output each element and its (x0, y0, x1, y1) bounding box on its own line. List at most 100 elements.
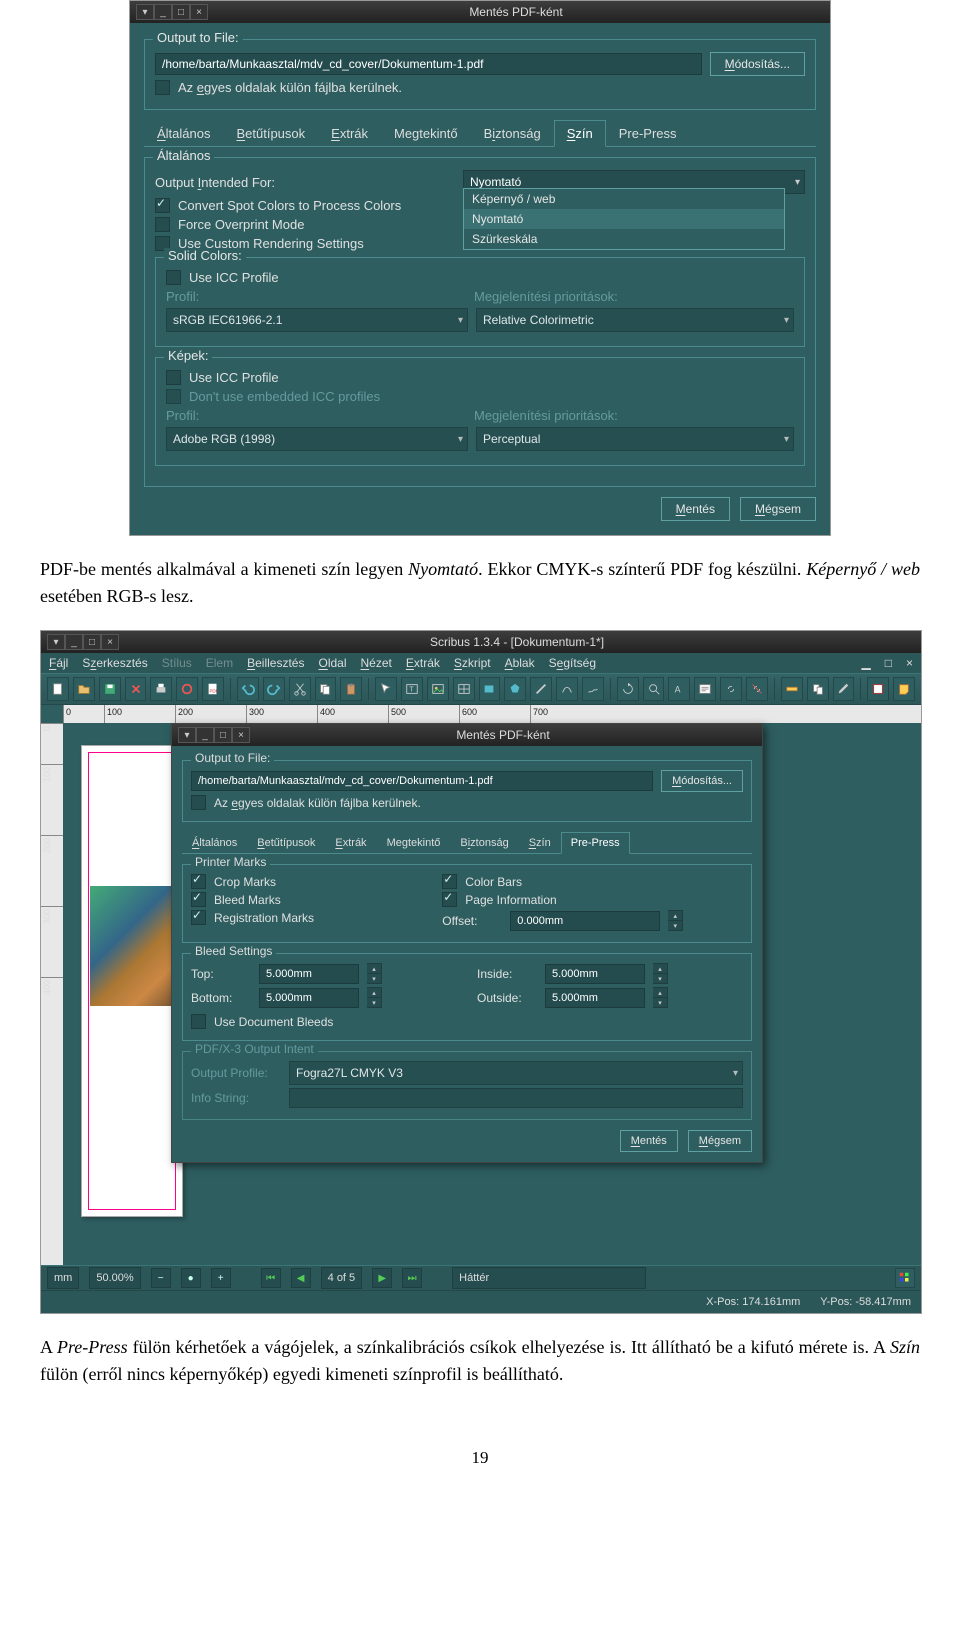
use-doc-bleeds-checkbox[interactable] (191, 1014, 206, 1029)
top-input[interactable] (259, 964, 359, 984)
output-path-input[interactable] (155, 53, 702, 75)
page-input[interactable]: 4 of 5 (321, 1267, 363, 1289)
next-page-icon[interactable]: ▶ (372, 1268, 392, 1288)
line-icon[interactable] (530, 677, 552, 701)
menu-segitseg[interactable]: Segítség (549, 656, 596, 670)
document-page[interactable] (81, 745, 183, 1217)
eyedrop-icon[interactable] (833, 677, 855, 701)
rotate-icon[interactable] (617, 677, 639, 701)
images-icc-checkbox[interactable] (166, 370, 181, 385)
force-overprint-checkbox[interactable] (155, 217, 170, 232)
tab-szin[interactable]: Szín (519, 832, 561, 853)
pdf-annot-icon[interactable] (893, 677, 915, 701)
close-file-icon[interactable] (125, 677, 147, 701)
menu-ablak[interactable]: Ablak (505, 656, 535, 670)
preflight-icon[interactable] (176, 677, 198, 701)
inside-input[interactable] (545, 964, 645, 984)
bezier-icon[interactable] (556, 677, 578, 701)
story-editor-icon[interactable] (694, 677, 716, 701)
tab-extrak[interactable]: Extrák (325, 832, 376, 853)
zoom-reset-icon[interactable]: ● (181, 1268, 201, 1288)
close-icon[interactable]: × (232, 727, 250, 743)
dropdown-opt-printer[interactable]: Nyomtató (464, 209, 784, 229)
top-spinner[interactable]: ▴▾ (367, 963, 382, 984)
last-page-icon[interactable]: ⏭ (402, 1268, 422, 1288)
prev-page-icon[interactable]: ◀ (291, 1268, 311, 1288)
cancel-button[interactable]: Mégsem (740, 497, 816, 521)
polygon-icon[interactable] (504, 677, 526, 701)
separate-pages-checkbox[interactable] (191, 795, 206, 810)
zoom-out-icon[interactable]: − (151, 1268, 171, 1288)
modify-button[interactable]: Módosítás... (661, 770, 743, 792)
save-button[interactable]: Mentés (661, 497, 730, 521)
dropdown-opt-grayscale[interactable]: Szürkeskála (464, 229, 784, 249)
cancel-button[interactable]: Mégsem (688, 1130, 752, 1152)
maximize-icon[interactable]: □ (214, 727, 232, 743)
crop-marks-checkbox[interactable] (191, 874, 206, 889)
pdf-icon[interactable]: PDF (202, 677, 224, 701)
link-icon[interactable] (720, 677, 742, 701)
new-icon[interactable] (47, 677, 69, 701)
maximize-icon[interactable]: □ (172, 4, 190, 20)
table-icon[interactable] (453, 677, 475, 701)
window-menu-icon[interactable]: ▾ (178, 727, 196, 743)
layer-combo[interactable]: Háttér (452, 1267, 646, 1289)
tab-megtekinto[interactable]: Megtekintő (381, 120, 471, 146)
modify-button[interactable]: MMódosítás...ódosítás... (710, 52, 805, 76)
output-path-input[interactable] (191, 771, 653, 791)
dropdown-opt-screen[interactable]: Képernyő / web (464, 189, 784, 209)
tab-biztonsag[interactable]: Biztonság (471, 120, 554, 146)
mdi-restore-icon[interactable]: □ (885, 656, 892, 670)
tab-prepress[interactable]: Pre-Press (606, 120, 690, 146)
menu-szerkesztes[interactable]: Szerkesztés (82, 656, 147, 670)
minimize-icon[interactable]: _ (65, 634, 83, 650)
text-frame-icon[interactable]: T (401, 677, 423, 701)
save-button[interactable]: Mentés (620, 1130, 678, 1152)
offset-input[interactable] (510, 911, 660, 931)
save-icon[interactable] (99, 677, 121, 701)
inside-spinner[interactable]: ▴▾ (653, 963, 668, 984)
redo-icon[interactable] (263, 677, 285, 701)
measure-icon[interactable] (781, 677, 803, 701)
bottom-input[interactable] (259, 988, 359, 1008)
select-icon[interactable] (375, 677, 397, 701)
outside-spinner[interactable]: ▴▾ (653, 987, 668, 1008)
menu-szkript[interactable]: Szkript (454, 656, 491, 670)
edit-text-icon[interactable]: A (668, 677, 690, 701)
color-mgmt-icon[interactable] (895, 1268, 915, 1288)
zoom-icon[interactable] (643, 677, 665, 701)
cut-icon[interactable] (289, 677, 311, 701)
close-icon[interactable]: × (101, 634, 119, 650)
paste-icon[interactable] (340, 677, 362, 701)
tab-betutipusok[interactable]: Betűtípusok (247, 832, 325, 853)
shape-icon[interactable] (479, 677, 501, 701)
minimize-icon[interactable]: _ (154, 4, 172, 20)
close-icon[interactable]: × (190, 4, 208, 20)
tab-altalanos[interactable]: Általános (182, 832, 247, 853)
first-page-icon[interactable]: ⏮ (261, 1268, 281, 1288)
mdi-minimize-icon[interactable]: ▁ (862, 656, 871, 670)
undo-icon[interactable] (237, 677, 259, 701)
menu-fajl[interactable]: Fájl (49, 656, 68, 670)
tab-betutipusok[interactable]: Betűtípusok (223, 120, 318, 146)
zoom-in-icon[interactable]: + (211, 1268, 231, 1288)
unit-combo[interactable]: mm (47, 1267, 79, 1289)
pdf-form-icon[interactable] (867, 677, 889, 701)
convert-spot-checkbox[interactable] (155, 198, 170, 213)
solid-icc-checkbox[interactable] (166, 270, 181, 285)
unlink-icon[interactable] (746, 677, 768, 701)
image-frame-icon[interactable] (427, 677, 449, 701)
open-icon[interactable] (73, 677, 95, 701)
tab-biztonsag[interactable]: Biztonság (450, 832, 518, 853)
copy-icon[interactable] (315, 677, 337, 701)
bottom-spinner[interactable]: ▴▾ (367, 987, 382, 1008)
mdi-close-icon[interactable]: × (906, 656, 913, 670)
maximize-icon[interactable]: □ (83, 634, 101, 650)
print-icon[interactable] (150, 677, 172, 701)
reg-marks-checkbox[interactable] (191, 910, 206, 925)
menu-oldal[interactable]: Oldal (318, 656, 346, 670)
menu-beillesztes[interactable]: Beillesztés (247, 656, 304, 670)
bleed-marks-checkbox[interactable] (191, 892, 206, 907)
window-menu-icon[interactable]: ▾ (136, 4, 154, 20)
copy-props-icon[interactable] (807, 677, 829, 701)
